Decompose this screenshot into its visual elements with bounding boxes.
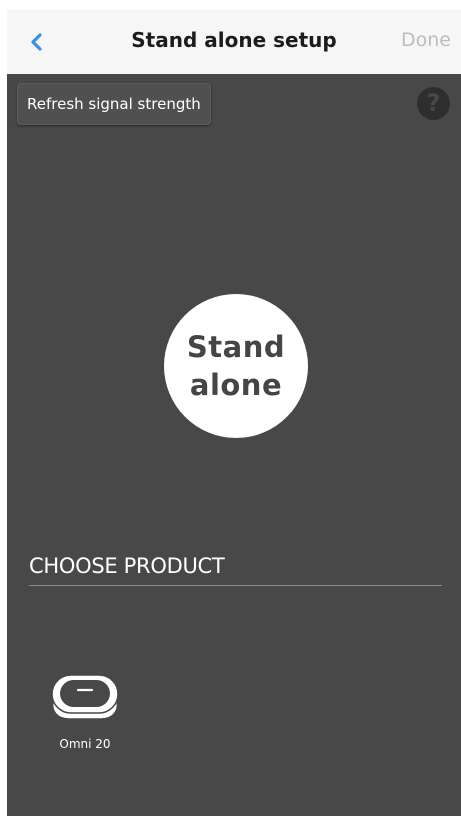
question-mark-icon[interactable]: ? [417, 87, 450, 120]
done-button[interactable]: Done [401, 29, 451, 51]
omni-20-device-icon [51, 674, 119, 720]
product-label: Omni 20 [59, 737, 111, 751]
navigation-bar: Stand alone setup Done [7, 10, 461, 74]
app-screen: Stand alone setup Done Refresh signal st… [7, 10, 461, 816]
product-item-omni-20[interactable]: Omni 20 [45, 665, 125, 765]
refresh-signal-strength-button[interactable]: Refresh signal strength [17, 83, 211, 125]
stand-alone-mode-button[interactable]: Stand alone [164, 294, 308, 438]
back-button[interactable] [25, 26, 53, 58]
stand-alone-label-line1: Stand [186, 330, 286, 364]
chevron-left-icon [31, 33, 42, 51]
page-title: Stand alone setup [131, 28, 337, 52]
section-divider [29, 585, 442, 586]
choose-product-heading: CHOOSE PRODUCT [29, 554, 225, 578]
stand-alone-label-line2: alone [189, 368, 283, 402]
